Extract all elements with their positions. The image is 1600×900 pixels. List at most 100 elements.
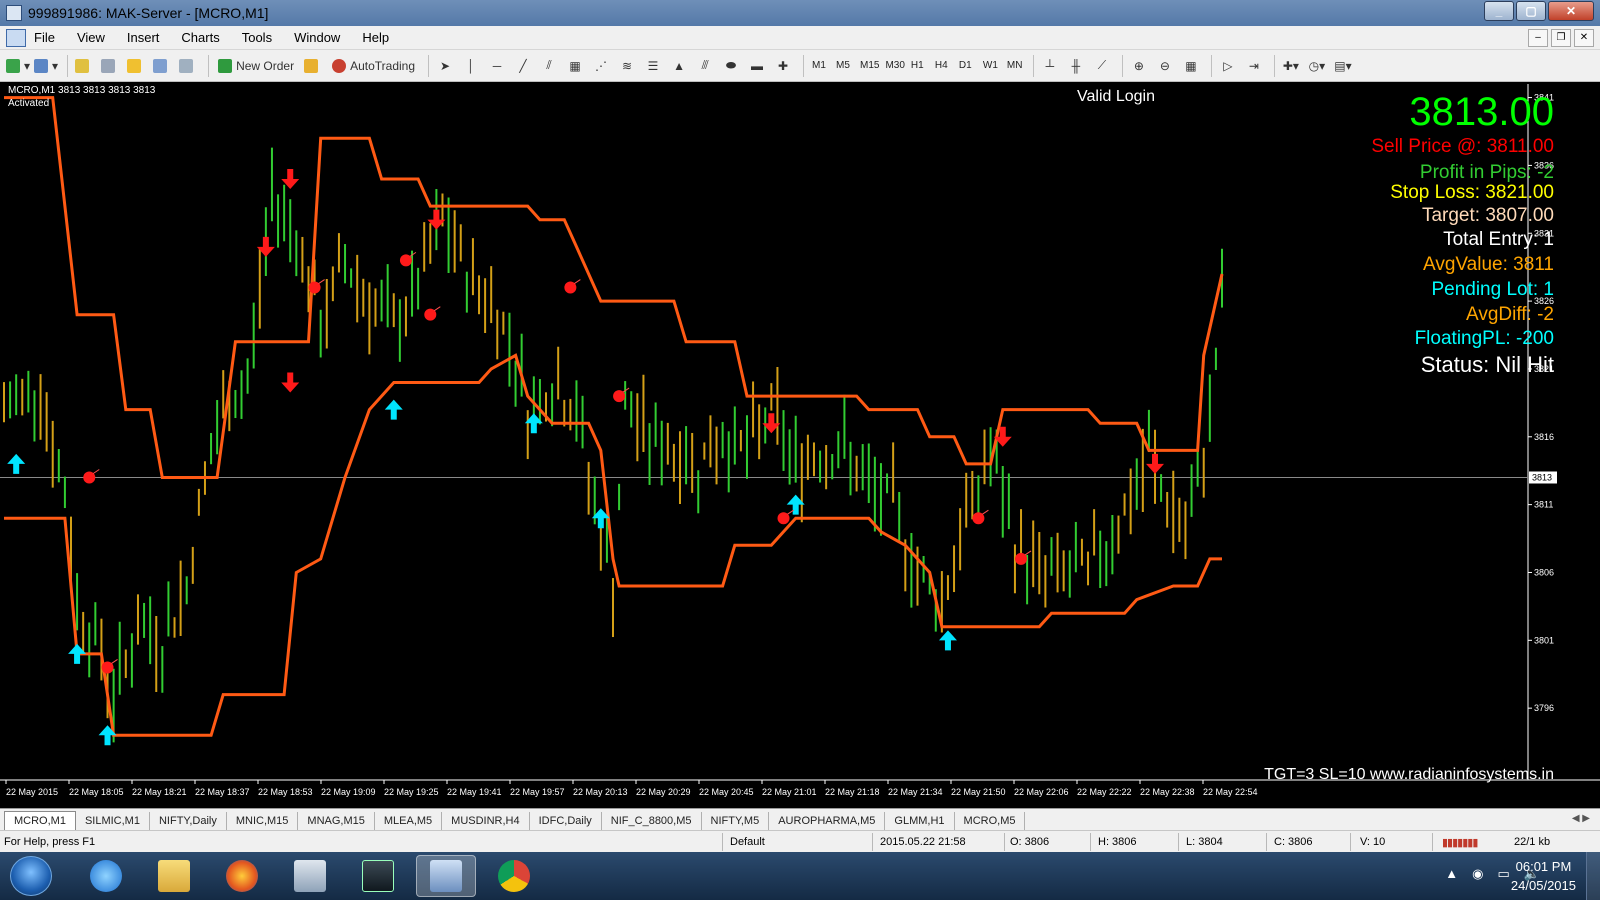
cursor-icon[interactable]: ➤ [434,55,456,77]
tab-glmm-h1[interactable]: GLMM,H1 [885,812,955,830]
exit-bomb-fuse [92,469,100,474]
price-tick-label: 3806 [1534,567,1554,577]
fibo-fan-icon[interactable]: ≋ [616,55,638,77]
channel-icon[interactable]: ⫽ [538,55,560,77]
tray-expand-icon[interactable]: ▲ [1445,866,1458,882]
mt4-application: 999891986: MAK-Server - [MCRO,M1] _ ▢ ✕ … [0,0,1600,900]
ellipse-icon[interactable]: ⬬ [720,55,742,77]
timeframe-m15[interactable]: M15 [857,60,882,71]
time-tick-label: 22 May 22:22 [1077,787,1132,797]
new-order-button[interactable]: New Order [214,55,298,77]
tab-auropharma-m5[interactable]: AUROPHARMA,M5 [769,812,886,830]
tab-nifty-daily[interactable]: NIFTY,Daily [150,812,227,830]
trendline-icon[interactable]: ╱ [512,55,534,77]
strategy-tester-icon[interactable] [177,55,199,77]
tile-windows-icon[interactable]: ▦ [1180,55,1202,77]
timeframe-d1[interactable]: D1 [956,60,980,71]
zoom-out-icon[interactable]: ⊖ [1154,55,1176,77]
info-line-10: Status: Nil Hit [1420,352,1554,377]
menu-help[interactable]: Help [362,30,389,45]
internet-explorer-icon[interactable] [76,855,136,897]
tray-app-icon[interactable]: ◉ [1472,866,1483,882]
tab-mlea-m5[interactable]: MLEA,M5 [375,812,443,830]
time-tick-label: 22 May 21:01 [762,787,817,797]
rectangle-icon[interactable]: ▬ [746,55,768,77]
tab-silmic-m1[interactable]: SILMIC,M1 [76,812,150,830]
chart-canvas[interactable]: 3841383638313826382138163811380638013796… [0,84,1600,808]
market-watch-icon[interactable] [73,55,95,77]
close-button[interactable]: ✕ [1548,1,1594,21]
candlestick-icon[interactable]: ╫ [1065,55,1087,77]
data-window-icon[interactable] [99,55,121,77]
bar-chart-icon[interactable]: ┴ [1039,55,1061,77]
timeframe-h4[interactable]: H4 [932,60,956,71]
new-chart-icon[interactable]: ▾ [6,55,30,77]
tab-nif-c-8800-m5[interactable]: NIF_C_8800,M5 [602,812,702,830]
fibo-retracement-icon[interactable]: ☰ [642,55,664,77]
indicators-icon[interactable]: ✚▾ [1280,55,1302,77]
chrome-icon[interactable] [484,855,544,897]
price-chart[interactable]: 3841 3836 3831 3826 3821 3816 3811 3806 3801 3796… [0,84,1600,808]
tab-idfc-daily[interactable]: IDFC,Daily [530,812,602,830]
system-clock[interactable]: 06:01 PM 24/05/2015 [1511,857,1576,895]
network-monitor-icon[interactable] [348,855,408,897]
crosshair-icon[interactable]: ✚ [772,55,794,77]
triangle-icon[interactable]: ▲ [668,55,690,77]
menu-file[interactable]: File [34,30,55,45]
timeframe-m1[interactable]: M1 [809,60,833,71]
chart-close-button[interactable]: ✕ [1574,29,1594,47]
info-line-0: 3813.00 [1409,90,1554,134]
status-divider [1432,833,1433,851]
terminal-icon[interactable] [151,55,173,77]
chart-shift-icon[interactable]: ⇥ [1243,55,1265,77]
gann-fan-icon[interactable]: ⋰ [590,55,612,77]
tab-nifty-m5[interactable]: NIFTY,M5 [702,812,770,830]
tab-mnag-m15[interactable]: MNAG,M15 [298,812,375,830]
file-explorer-icon[interactable] [144,855,204,897]
chart-minimize-button[interactable]: – [1528,29,1548,47]
chart-menu-icon[interactable] [6,28,26,47]
tab-mcro-m5[interactable]: MCRO,M5 [955,812,1026,830]
timeframe-h1[interactable]: H1 [908,60,932,71]
maximize-button[interactable]: ▢ [1516,1,1546,21]
vertical-line-icon[interactable]: │ [460,55,482,77]
metaeditor-icon[interactable] [302,55,324,77]
time-tick-label: 22 May 19:09 [321,787,376,797]
timeframe-mn[interactable]: MN [1004,60,1028,71]
zoom-in-icon[interactable]: ⊕ [1128,55,1150,77]
profiles-icon[interactable]: ▾ [34,55,58,77]
horizontal-line-icon[interactable]: ─ [486,55,508,77]
metatrader-task-icon[interactable] [416,855,476,897]
menu-insert[interactable]: Insert [127,30,160,45]
timeframe-m30[interactable]: M30 [882,60,907,71]
start-button-icon[interactable] [10,856,52,896]
tab-mcro-m1[interactable]: MCRO,M1 [4,811,76,830]
chart-tabs: MCRO,M1 SILMIC,M1 NIFTY,Daily MNIC,M15 M… [0,808,1600,830]
network-icon[interactable]: ▭ [1498,866,1510,882]
toolbar-separator [208,54,210,77]
tab-musdinr-h4[interactable]: MUSDINR,H4 [442,812,530,830]
tab-scroll-arrows[interactable]: ◀ ▶ [1572,813,1590,824]
templates-icon[interactable]: ▤▾ [1332,55,1354,77]
periods-icon[interactable]: ◷▾ [1306,55,1328,77]
minimize-button[interactable]: _ [1484,1,1514,21]
menu-charts[interactable]: Charts [181,30,219,45]
parallel-lines-icon[interactable]: ⫻ [694,55,716,77]
time-tick-label: 22 May 21:50 [951,787,1006,797]
menu-tools[interactable]: Tools [242,30,272,45]
timeframe-m5[interactable]: M5 [833,60,857,71]
calculator-icon[interactable] [280,855,340,897]
navigator-icon[interactable] [125,55,147,77]
auto-scroll-icon[interactable]: ▷ [1217,55,1239,77]
menu-view[interactable]: View [77,30,105,45]
gann-grid-icon[interactable]: ▦ [564,55,586,77]
status-datetime: 2015.05.22 21:58 [880,836,966,848]
tab-mnic-m15[interactable]: MNIC,M15 [227,812,299,830]
firefox-icon[interactable] [212,855,272,897]
line-chart-icon[interactable]: ⟋ [1091,55,1113,77]
timeframe-w1[interactable]: W1 [980,60,1004,71]
autotrading-button[interactable]: AutoTrading [328,55,419,77]
menu-window[interactable]: Window [294,30,340,45]
chart-restore-button[interactable]: ❐ [1551,29,1571,47]
show-desktop-button[interactable] [1586,852,1600,900]
